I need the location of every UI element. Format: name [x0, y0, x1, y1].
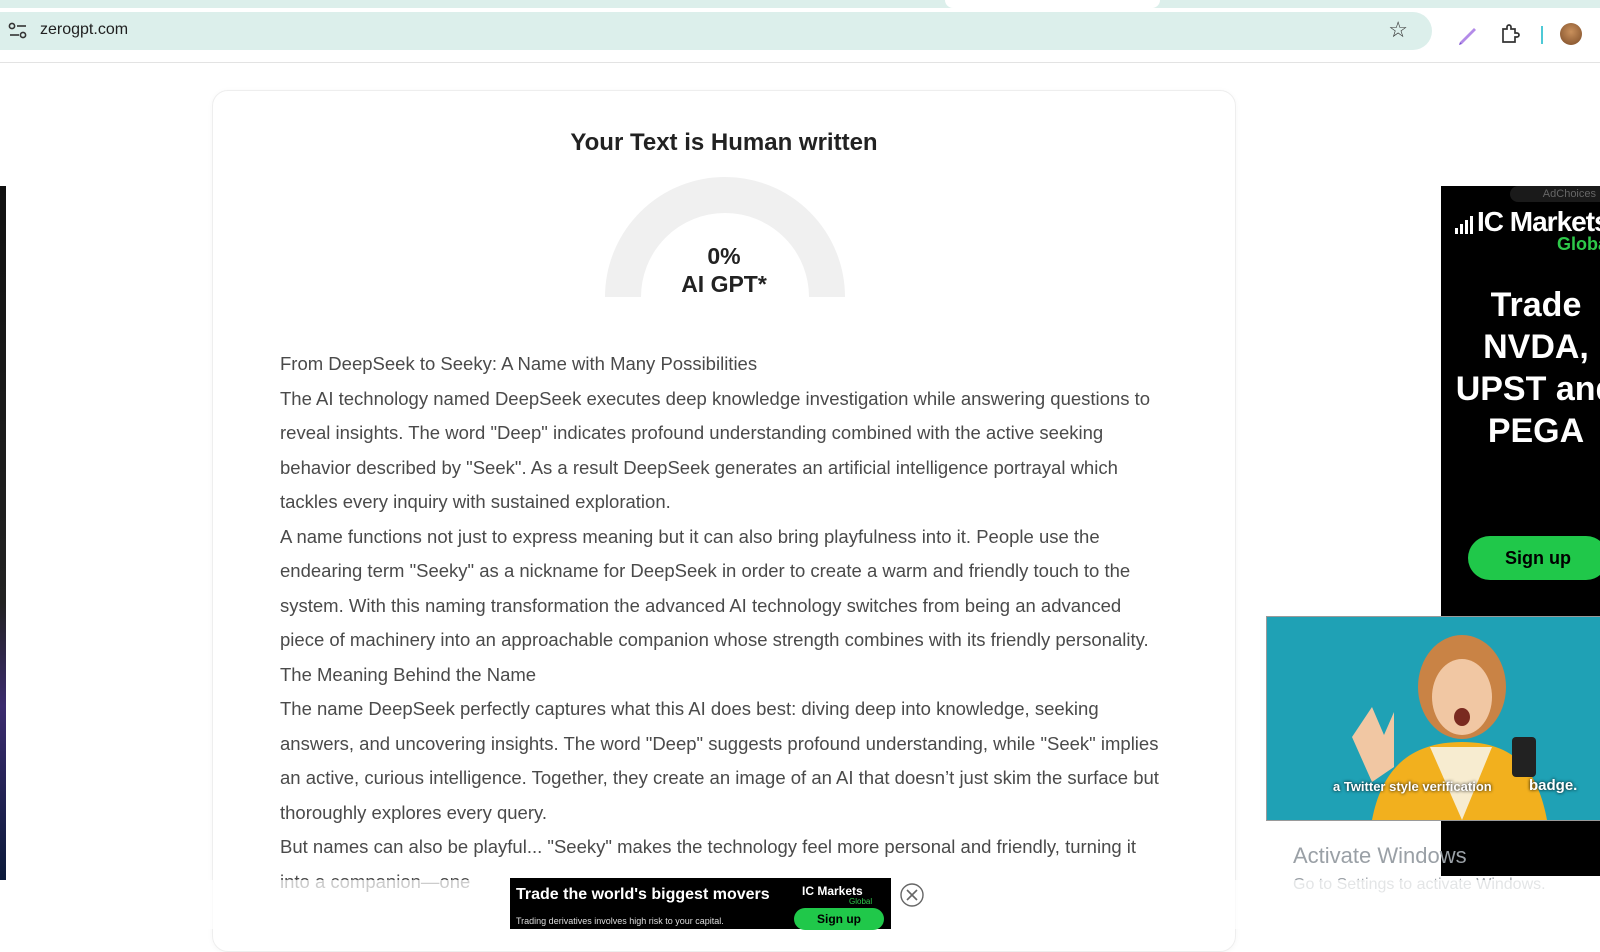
text-paragraph: From DeepSeek to Seeky: A Name with Many…	[280, 353, 758, 374]
brand-bars-icon	[1455, 216, 1473, 234]
video-caption-tail: badge.	[1529, 777, 1578, 794]
ad-choices-label[interactable]: AdChoices	[1510, 186, 1600, 202]
ad-brand-sub: Global	[1557, 234, 1600, 254]
result-title: Your Text is Human written	[570, 129, 878, 156]
close-ad-icon[interactable]	[899, 882, 925, 908]
tab-strip	[0, 0, 1600, 8]
profile-avatar[interactable]	[1560, 23, 1582, 45]
bottom-ad-brand: IC Markets	[802, 884, 863, 898]
gauge-label: AI GPT*	[681, 271, 767, 297]
bottom-ad-signup-button[interactable]: Sign up	[794, 908, 884, 930]
result-card: Your Text is Human written 0% AI GPT* Fr…	[212, 90, 1236, 952]
bottom-ad-disclaimer: Trading derivatives involves high risk t…	[516, 916, 724, 926]
ai-percentage: 0%	[707, 243, 741, 269]
browser-toolbar: zerogpt.com ☆	[0, 8, 1600, 63]
extensions-icon[interactable]	[1498, 22, 1522, 46]
activate-windows-title: Activate Windows	[1293, 843, 1467, 868]
text-paragraph: The AI technology named DeepSeek execute…	[280, 387, 1151, 513]
text-paragraph: A name functions not just to express mea…	[280, 525, 1149, 651]
video-ad[interactable]: a Twitter style verification badge.	[1266, 616, 1600, 821]
active-tab-gap	[945, 0, 1160, 8]
bottom-ad-banner[interactable]: Trade the world's biggest movers Trading…	[510, 878, 891, 930]
ad-signup-button[interactable]: Sign up	[1468, 536, 1600, 580]
toolbar-separator	[1541, 26, 1543, 44]
bookmark-star-icon[interactable]: ☆	[1388, 18, 1408, 42]
left-ad-edge	[0, 186, 6, 880]
text-paragraph: The name DeepSeek perfectly captures wha…	[280, 698, 1159, 823]
analyzed-text: From DeepSeek to Seeky: A Name with Many…	[280, 347, 1170, 899]
video-caption: a Twitter style verification	[1333, 779, 1492, 794]
url-text[interactable]: zerogpt.com	[40, 21, 128, 39]
site-info-icon[interactable]	[8, 22, 28, 40]
bottom-ad-headline: Trade the world's biggest movers	[516, 886, 770, 903]
ad-headline: Trade NVDA, UPST and PEGA	[1455, 286, 1600, 450]
address-bar[interactable]: zerogpt.com ☆	[0, 12, 1432, 50]
bottom-ad-brand-sub: Global	[849, 897, 873, 906]
pen-icon[interactable]	[1456, 22, 1480, 46]
text-paragraph: The Meaning Behind the Name	[280, 663, 537, 685]
